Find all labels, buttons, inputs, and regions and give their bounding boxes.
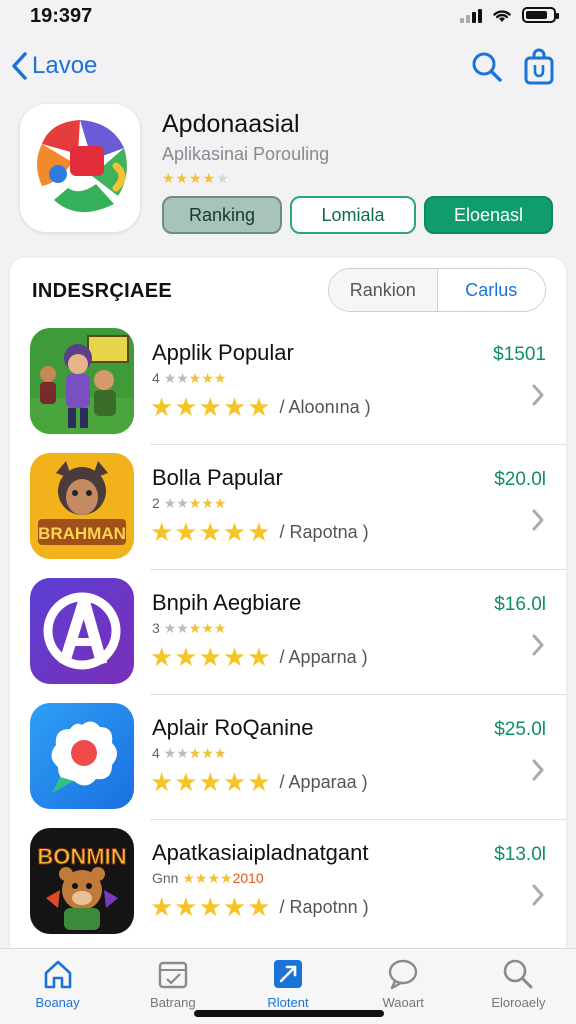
rating-label: / Rapotna ) (279, 522, 369, 542)
list-item[interactable]: Applik Popular 4 ★★★★★ ★★★★★ / Aloonına … (10, 320, 566, 445)
home-icon (44, 960, 71, 989)
status-icons (460, 7, 559, 23)
tab-eloroaely[interactable]: Eloroaely (461, 949, 576, 1024)
mini-rank: 2 (152, 495, 160, 511)
segment-carlus[interactable]: Carlus (437, 269, 545, 311)
back-button[interactable]: Lavoe (8, 50, 97, 82)
primary-button[interactable]: Eloenasl (424, 196, 553, 234)
mini-rating: 2 ★★★★★ (152, 495, 227, 511)
mini-rating: Gnn ★★★★2010 (152, 870, 264, 886)
star-icons: ★★★★★ (150, 392, 272, 422)
list-item[interactable]: BONMIN Apatkasiaipladnatgant Gnn ★★★★201… (10, 820, 566, 945)
back-label: Lavoe (32, 52, 98, 79)
rating-label: / Apparaa ) (279, 772, 368, 792)
apps-icon (274, 960, 302, 988)
navigation-bar: Lavoe (0, 44, 576, 94)
chat-icon (389, 959, 418, 990)
list-item[interactable]: Bnpih Aegbiare 3 ★★★★★ ★★★★★ / Apparna )… (10, 570, 566, 695)
chevron-right-icon (532, 759, 544, 781)
game-characters-icon (30, 328, 134, 434)
search-icon (504, 959, 533, 989)
app-title: Apdonaasial (162, 110, 300, 138)
wifi-icon (493, 10, 511, 22)
mini-extra: 2010 (232, 870, 264, 886)
mini-rank: 4 (152, 370, 160, 386)
status-bar: 19:397 (0, 0, 576, 34)
shopping-bag-icon[interactable] (522, 48, 556, 86)
game-bear-character-icon: BONMIN (30, 828, 134, 934)
price-label: $25.0l (494, 719, 546, 740)
svg-text:BONMIN: BONMIN (37, 844, 126, 869)
chevron-right-icon (532, 384, 544, 406)
app-name: Bolla Papular (152, 465, 283, 490)
app-name: Aplair RoQanine (152, 715, 314, 740)
app-star-rating: ★★★★★ (162, 170, 230, 186)
price-label: $1501 (493, 344, 546, 365)
app-subtitle: Aplikasinai Porouling (162, 144, 330, 164)
rating-label: / Aloonına ) (279, 397, 371, 417)
svg-text:BRAHMAN: BRAHMAN (38, 524, 126, 543)
segmented-control: Rankion Carlus (328, 268, 546, 312)
calendar-icon (158, 961, 187, 989)
tab-home[interactable]: Boanay (0, 949, 115, 1024)
chevron-left-icon (12, 52, 27, 80)
home-indicator (194, 1010, 384, 1017)
app-list-card: INDESRÇIAEE Rankion Carlus Applik Popula… (10, 258, 566, 958)
letter-a-logo-icon (30, 578, 134, 684)
cellular-signal-icon (460, 9, 482, 23)
app-name: Bnpih Aegbiare (152, 590, 302, 615)
app-thumbnail (30, 328, 134, 434)
segment-rankion[interactable]: Rankion (329, 269, 438, 311)
ranking-button[interactable]: Ranking (162, 196, 282, 234)
section-title: INDESRÇIAEE (32, 280, 172, 302)
mini-rating: 4 ★★★★★ (152, 745, 227, 761)
mini-rank: 3 (152, 620, 160, 636)
mini-rating: 4 ★★★★★ (152, 370, 227, 386)
mini-rank: Gnn (152, 870, 179, 886)
chevron-right-icon (532, 509, 544, 531)
tab-label: Eloroaely (491, 995, 546, 1010)
list-item[interactable]: BRAHMAN Bolla Papular 2 ★★★★★ ★★★★★ / Ra… (10, 445, 566, 570)
list-header: INDESRÇIAEE Rankion Carlus (10, 258, 566, 320)
app-thumbnail (30, 578, 134, 684)
secondary-button[interactable]: Lomiala (290, 196, 416, 234)
chevron-right-icon (532, 884, 544, 906)
star-rating: ★★★★★ / Apparaa ) (150, 767, 368, 798)
tab-label: Batrang (150, 995, 196, 1010)
mini-rank: 4 (152, 745, 160, 761)
star-icons: ★★★★★ (150, 517, 272, 547)
chevron-right-icon (532, 634, 544, 656)
star-rating: ★★★★★ / Aloonına ) (150, 392, 371, 423)
app-thumbnail (30, 703, 134, 809)
chat-bubble-flower-icon (30, 703, 134, 809)
rating-label: / Rapotnn ) (279, 897, 369, 917)
star-rating: ★★★★★ / Rapotna ) (150, 517, 369, 548)
search-icon[interactable] (470, 50, 504, 84)
rating-label: / Apparna ) (279, 647, 368, 667)
tab-label: Rlotent (267, 995, 309, 1010)
star-rating: ★★★★★ / Apparna ) (150, 642, 368, 673)
price-label: $13.0l (494, 844, 546, 865)
price-label: $20.0l (494, 469, 546, 490)
status-time: 19:397 (30, 5, 93, 27)
star-icons: ★★★★★ (150, 767, 272, 797)
game-character-icon: BRAHMAN (30, 453, 134, 559)
app-icon[interactable] (20, 104, 140, 232)
app-name: Applik Popular (152, 340, 294, 365)
list-item[interactable]: Aplair RoQanine 4 ★★★★★ ★★★★★ / Apparaa … (10, 695, 566, 820)
battery-icon (522, 7, 559, 23)
star-rating: ★★★★★ / Rapotnn ) (150, 892, 369, 923)
star-icons: ★★★★★ (150, 892, 272, 922)
app-header: Apdonaasial Aplikasinai Porouling ★★★★★ … (0, 104, 576, 244)
app-thumbnail: BRAHMAN (30, 453, 134, 559)
app-name: Apatkasiaipladnatgant (152, 840, 369, 865)
app-thumbnail: BONMIN (30, 828, 134, 934)
star-icons: ★★★★★ (150, 642, 272, 672)
tab-label: Boanay (35, 995, 80, 1010)
tab-label: Waoart (382, 995, 424, 1010)
price-label: $16.0l (494, 594, 546, 615)
mini-rating: 3 ★★★★★ (152, 620, 227, 636)
app-logo-icon (37, 120, 127, 213)
